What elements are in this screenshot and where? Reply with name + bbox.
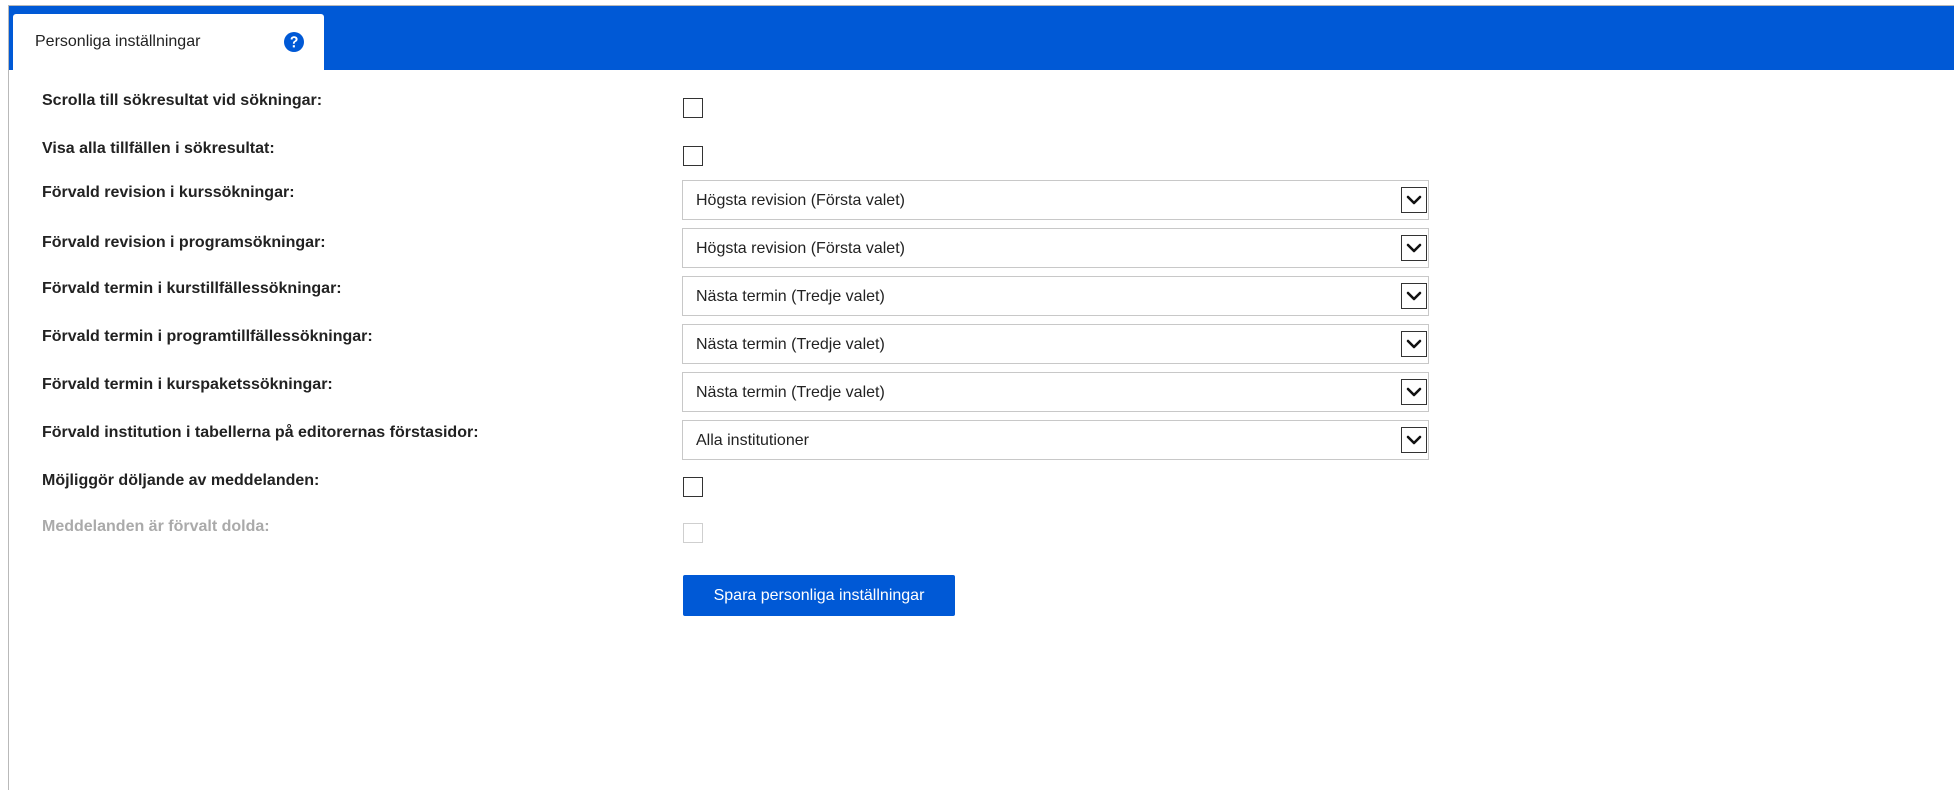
course-revision-select[interactable]: Högsta revision (Första valet) bbox=[682, 180, 1429, 220]
program-revision-value: Högsta revision (Första valet) bbox=[696, 240, 905, 257]
scroll-to-results-checkbox[interactable] bbox=[683, 98, 703, 118]
chevron-down-icon[interactable] bbox=[1401, 331, 1427, 357]
save-settings-button[interactable]: Spara personliga inställningar bbox=[683, 575, 955, 616]
program-occasion-term-label: Förvald termin i programtillfällessöknin… bbox=[42, 328, 373, 345]
enable-hide-messages-checkbox[interactable] bbox=[683, 477, 703, 497]
chevron-down-icon[interactable] bbox=[1401, 283, 1427, 309]
tab-label: Personliga inställningar bbox=[35, 33, 201, 50]
show-all-occasions-label: Visa alla tillfällen i sökresultat: bbox=[42, 140, 275, 157]
scroll-to-results-label: Scrolla till sökresultat vid sökningar: bbox=[42, 92, 323, 109]
editor-institution-select[interactable]: Alla institutioner bbox=[682, 420, 1429, 460]
program-revision-select[interactable]: Högsta revision (Första valet) bbox=[682, 228, 1429, 268]
chevron-down-icon[interactable] bbox=[1401, 235, 1427, 261]
course-occasion-term-value: Nästa termin (Tredje valet) bbox=[696, 288, 885, 305]
course-occasion-term-label: Förvald termin i kurstillfällessökningar… bbox=[42, 280, 342, 297]
enable-hide-messages-label: Möjliggör döljande av meddelanden: bbox=[42, 472, 320, 489]
show-all-occasions-checkbox[interactable] bbox=[683, 146, 703, 166]
tab-personal-settings[interactable]: Personliga inställningar bbox=[13, 14, 324, 71]
program-occasion-term-value: Nästa termin (Tredje valet) bbox=[696, 336, 885, 353]
messages-hidden-default-checkbox bbox=[683, 523, 703, 543]
tab-bar: Personliga inställningar bbox=[9, 6, 1954, 71]
chevron-down-icon[interactable] bbox=[1401, 427, 1427, 453]
messages-hidden-default-label: Meddelanden är förvalt dolda: bbox=[42, 518, 270, 535]
settings-panel: Personliga inställningar Scrolla till sö… bbox=[8, 5, 1954, 790]
program-revision-label: Förvald revision i programsökningar: bbox=[42, 234, 326, 251]
course-package-term-select[interactable]: Nästa termin (Tredje valet) bbox=[682, 372, 1429, 412]
editor-institution-label: Förvald institution i tabellerna på edit… bbox=[42, 424, 479, 441]
course-package-term-label: Förvald termin i kurspaketssökningar: bbox=[42, 376, 333, 393]
question-circle-icon[interactable] bbox=[283, 31, 305, 53]
editor-institution-value: Alla institutioner bbox=[696, 432, 809, 449]
course-package-term-value: Nästa termin (Tredje valet) bbox=[696, 384, 885, 401]
course-revision-label: Förvald revision i kurssökningar: bbox=[42, 184, 295, 201]
course-occasion-term-select[interactable]: Nästa termin (Tredje valet) bbox=[682, 276, 1429, 316]
course-revision-value: Högsta revision (Första valet) bbox=[696, 192, 905, 209]
chevron-down-icon[interactable] bbox=[1401, 187, 1427, 213]
chevron-down-icon[interactable] bbox=[1401, 379, 1427, 405]
program-occasion-term-select[interactable]: Nästa termin (Tredje valet) bbox=[682, 324, 1429, 364]
